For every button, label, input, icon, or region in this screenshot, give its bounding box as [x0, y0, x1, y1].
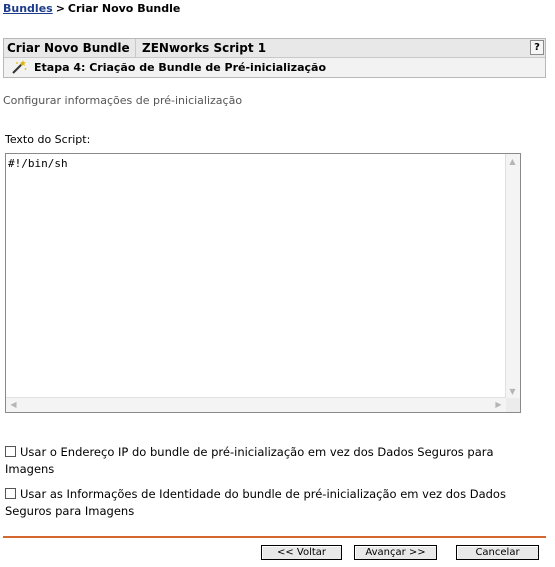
wizard-title: Criar Novo Bundle: [7, 41, 130, 55]
step-title: Etapa 4: Criação de Bundle de Pré-inicia…: [34, 61, 326, 74]
breadcrumb-current: Criar Novo Bundle: [67, 2, 181, 15]
scroll-right-arrow-icon[interactable]: ▶: [492, 398, 505, 411]
script-text-label: Texto do Script:: [5, 133, 91, 146]
vertical-scrollbar[interactable]: ▲ ▼: [505, 154, 520, 399]
footer-divider: [3, 536, 546, 538]
breadcrumb-link-bundles[interactable]: Bundles: [3, 2, 53, 15]
wizard-title-row: Criar Novo Bundle ZENworks Script 1 ?: [4, 39, 545, 58]
scroll-up-arrow-icon[interactable]: ▲: [506, 155, 519, 168]
scroll-left-arrow-icon[interactable]: ◀: [7, 398, 20, 411]
wizard-step-row: Etapa 4: Criação de Bundle de Pré-inicia…: [4, 58, 545, 77]
next-button[interactable]: Avançar >>: [354, 545, 437, 560]
page-subtitle: Configurar informações de pré-inicializa…: [3, 94, 243, 107]
script-text-value: #!/bin/sh: [8, 157, 68, 170]
scroll-corner: [506, 398, 520, 412]
option-use-ip: Usar o Endereço IP do bundle de pré-inic…: [5, 444, 525, 478]
option-use-identity: Usar as Informações de Identidade do bun…: [5, 486, 525, 520]
breadcrumb-separator: >: [55, 2, 65, 15]
script-textarea[interactable]: #!/bin/sh ▲ ▼ ◀ ▶: [5, 153, 521, 413]
use-identity-label: Usar as Informações de Identidade do bun…: [5, 487, 506, 518]
cancel-button[interactable]: Cancelar: [456, 545, 539, 560]
wand-icon: [12, 60, 27, 74]
page: Bundles > Criar Novo Bundle Criar Novo Bun…: [0, 0, 555, 567]
breadcrumb: Bundles > Criar Novo Bundle: [3, 2, 180, 15]
back-button[interactable]: << Voltar: [261, 545, 342, 560]
use-identity-checkbox[interactable]: [5, 488, 16, 499]
title-divider: [135, 39, 136, 57]
wizard-header-panel: Criar Novo Bundle ZENworks Script 1 ? Et…: [3, 38, 546, 78]
use-ip-label: Usar o Endereço IP do bundle de pré-inic…: [5, 445, 494, 476]
help-button[interactable]: ?: [530, 40, 544, 55]
scroll-down-arrow-icon[interactable]: ▼: [506, 385, 519, 398]
use-ip-checkbox[interactable]: [5, 446, 16, 457]
bundle-name: ZENworks Script 1: [142, 41, 267, 55]
horizontal-scrollbar[interactable]: ◀ ▶: [6, 397, 506, 412]
